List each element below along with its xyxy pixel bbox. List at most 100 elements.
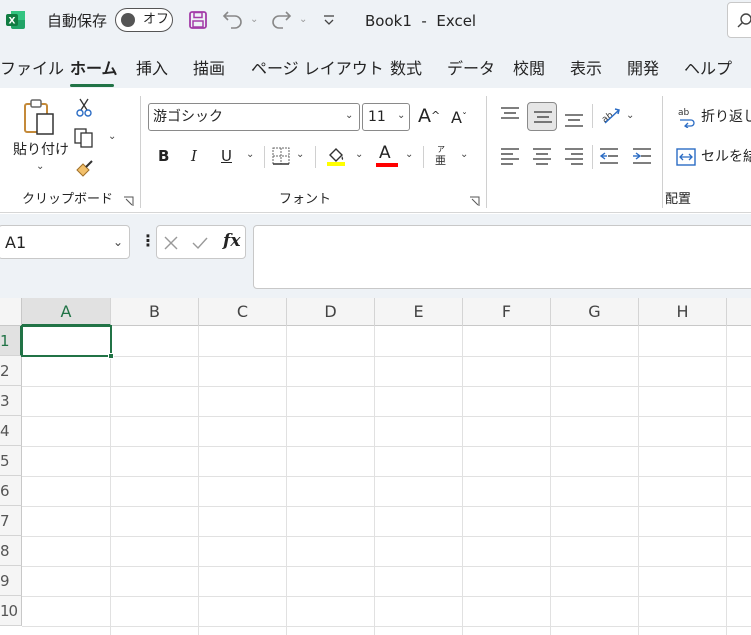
orientation-icon[interactable]: ab	[599, 104, 623, 126]
underline-dropdown-icon[interactable]: ⌄	[246, 150, 254, 160]
enter-check-icon[interactable]	[191, 235, 209, 251]
insert-function-icon[interactable]: fx	[223, 231, 240, 251]
row-header-9[interactable]: 9	[0, 566, 22, 596]
caret-down-icon: ˇ	[461, 112, 467, 123]
tab-draw[interactable]: 描画	[193, 58, 225, 80]
copy-dropdown-icon[interactable]: ⌄	[108, 132, 116, 142]
row-header-10[interactable]: 10	[0, 596, 22, 626]
tab-insert[interactable]: 挿入	[136, 58, 168, 80]
phonetic-dropdown-icon[interactable]: ⌄	[460, 150, 468, 160]
row-header-1[interactable]: 1	[0, 326, 22, 356]
customize-quick-access-icon[interactable]	[322, 13, 336, 27]
active-cell-a1[interactable]	[21, 325, 112, 357]
tab-help[interactable]: ヘルプ	[684, 58, 732, 80]
row-header-7[interactable]: 7	[0, 506, 22, 536]
row-header-8[interactable]: 8	[0, 536, 22, 566]
borders-dropdown-icon[interactable]: ⌄	[296, 150, 304, 160]
wrap-text-button[interactable]: ab 折り返し	[676, 104, 751, 130]
increase-indent-icon[interactable]	[632, 147, 652, 165]
align-right-icon[interactable]	[564, 147, 584, 165]
align-top-icon[interactable]	[500, 106, 520, 122]
document-title: Book1 - Excel	[365, 12, 477, 30]
tab-home[interactable]: ホーム	[70, 58, 118, 80]
svg-text:X: X	[9, 17, 16, 27]
alignment-group-label: 配置	[665, 192, 692, 207]
name-box[interactable]: A1 ⌄	[0, 225, 130, 259]
font-name-select[interactable]: 游ゴシック ⌄	[148, 103, 360, 131]
save-icon[interactable]	[188, 10, 208, 30]
font-color-dropdown-icon[interactable]: ⌄	[405, 150, 413, 160]
tab-data[interactable]: データ	[447, 58, 495, 80]
row-header-2[interactable]: 2	[0, 356, 22, 386]
caret-up-icon: ^	[431, 109, 441, 122]
underline-button[interactable]: U	[221, 146, 232, 166]
align-bottom-icon[interactable]	[564, 110, 584, 128]
align-left-icon[interactable]	[500, 147, 520, 165]
undo-dropdown-icon[interactable]: ⌄	[250, 15, 258, 25]
phonetic-bottom: 亜	[435, 154, 446, 167]
align-center-icon[interactable]	[532, 147, 552, 165]
font-row-divider	[315, 146, 316, 168]
borders-icon[interactable]	[272, 147, 290, 165]
redo-dropdown-icon[interactable]: ⌄	[299, 15, 307, 25]
column-header-a[interactable]: A	[22, 298, 111, 326]
font-row-divider	[264, 146, 265, 168]
tab-file[interactable]: ファイル	[0, 58, 64, 80]
formula-input[interactable]	[253, 225, 751, 289]
font-launcher-icon[interactable]	[469, 196, 480, 207]
grow-font-icon[interactable]: A^	[418, 104, 440, 128]
row-header-6[interactable]: 6	[0, 476, 22, 506]
orientation-dropdown-icon[interactable]: ⌄	[626, 111, 634, 121]
font-row-divider	[423, 146, 424, 168]
cut-icon[interactable]	[75, 97, 93, 117]
name-box-dropdown-icon[interactable]: ⌄	[113, 236, 123, 248]
font-size-select[interactable]: 11 ⌄	[362, 103, 410, 131]
column-header-h[interactable]: H	[639, 298, 727, 326]
autosave-label: 自動保存	[47, 12, 108, 30]
column-header-c[interactable]: C	[199, 298, 287, 326]
column-header-partial[interactable]	[727, 298, 751, 326]
align-row-divider	[592, 104, 593, 128]
fill-handle[interactable]	[108, 353, 114, 359]
clipboard-launcher-icon[interactable]	[123, 196, 134, 207]
redo-icon[interactable]	[270, 8, 292, 30]
column-header-g[interactable]: G	[551, 298, 639, 326]
ribbon-divider	[662, 96, 663, 208]
row-header-3[interactable]: 3	[0, 386, 22, 416]
merge-center-button[interactable]: セルを結	[676, 145, 751, 171]
fill-color-dropdown-icon[interactable]: ⌄	[355, 150, 363, 160]
cancel-icon[interactable]	[163, 235, 179, 251]
paste-label: 貼り付け	[13, 142, 69, 158]
tab-view[interactable]: 表示	[570, 58, 602, 80]
tab-page-layout[interactable]: ページ レイアウト	[251, 58, 384, 80]
copy-icon[interactable]	[73, 127, 95, 149]
font-color-button[interactable]: A	[375, 143, 399, 169]
italic-button[interactable]: I	[191, 146, 197, 166]
fill-color-icon[interactable]	[325, 145, 347, 167]
shrink-font-icon[interactable]: Aˇ	[451, 107, 467, 129]
excel-logo-icon[interactable]: X	[5, 9, 27, 31]
select-all-corner[interactable]	[0, 298, 22, 326]
column-header-e[interactable]: E	[375, 298, 463, 326]
paste-dropdown-icon[interactable]: ⌄	[36, 162, 44, 172]
row-header-4[interactable]: 4	[0, 416, 22, 446]
more-options-icon[interactable]: ⋮	[140, 232, 156, 250]
decrease-indent-icon[interactable]	[599, 147, 619, 165]
tab-developer[interactable]: 開発	[627, 58, 659, 80]
column-header-d[interactable]: D	[287, 298, 375, 326]
row-header-5[interactable]: 5	[0, 446, 22, 476]
phonetic-guide-icon[interactable]: ア 亜	[434, 145, 450, 169]
cell-grid[interactable]	[22, 326, 751, 635]
align-middle-button[interactable]	[527, 102, 557, 131]
autosave-toggle[interactable]: オフ	[115, 8, 173, 32]
format-painter-icon[interactable]	[73, 158, 95, 180]
tab-formulas[interactable]: 数式	[390, 58, 422, 80]
undo-icon[interactable]	[222, 8, 244, 30]
paste-button[interactable]: 貼り付け ⌄	[10, 96, 69, 180]
search-box[interactable]	[727, 2, 751, 38]
column-header-f[interactable]: F	[463, 298, 551, 326]
bold-button[interactable]: B	[158, 146, 169, 166]
tab-review[interactable]: 校閲	[513, 58, 545, 80]
active-tab-indicator	[70, 84, 114, 87]
column-header-b[interactable]: B	[111, 298, 199, 326]
